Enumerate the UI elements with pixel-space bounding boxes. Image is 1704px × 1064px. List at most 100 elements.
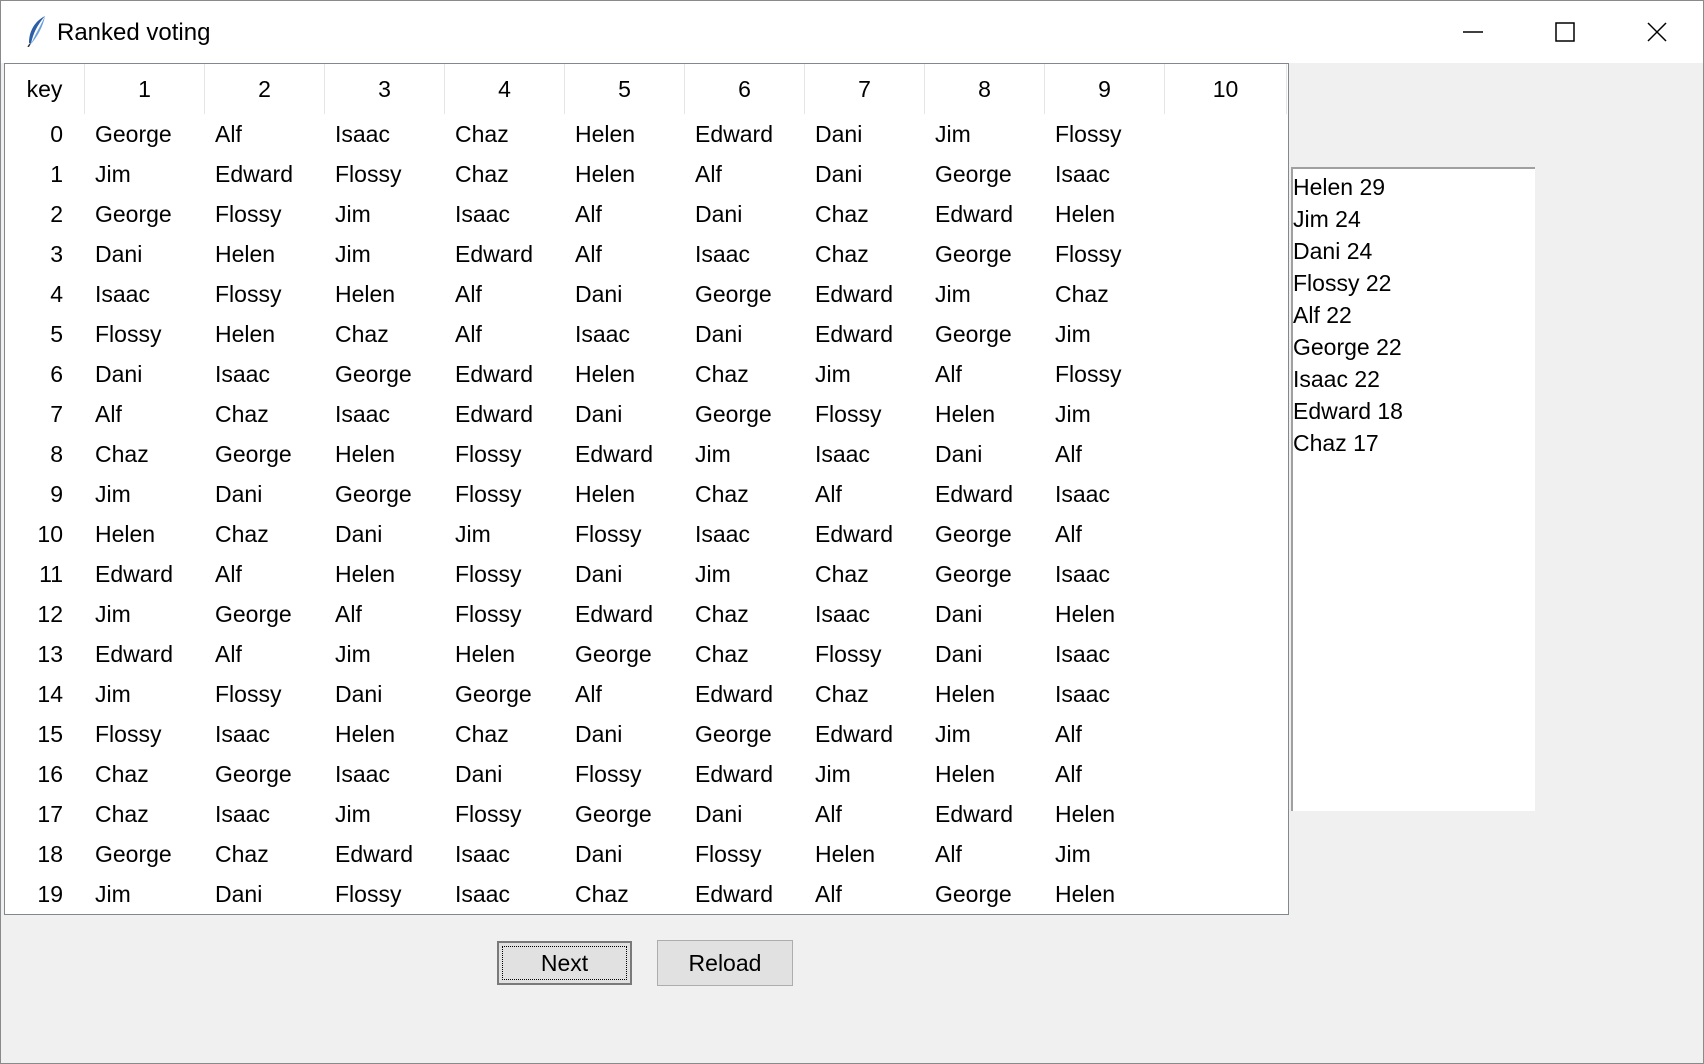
table-row[interactable]: 15 Flossy Isaac Helen Chaz Dani George Edward Ji…: [5, 714, 1288, 754]
table-row[interactable]: 7 Alf Chaz Isaac Edward Dani George Flossy Helen…: [5, 394, 1288, 434]
column-header-key[interactable]: key: [5, 64, 85, 114]
ranked-candidate-cell: George: [575, 641, 652, 667]
table-row[interactable]: 9 Jim Dani George Flossy Helen Chaz Alf Edward Is…: [5, 474, 1288, 514]
column-header-rank[interactable]: 5: [565, 64, 685, 114]
ranked-candidate-cell: Dani: [575, 561, 623, 587]
row-key-cell: 5: [50, 321, 63, 347]
result-list-item[interactable]: Isaac 22: [1293, 363, 1535, 395]
ranked-candidate-cell: Alf: [95, 401, 122, 427]
table-row[interactable]: 16 Chaz George Isaac Dani Flossy Edward Jim Hele…: [5, 754, 1288, 794]
column-header-rank[interactable]: 8: [925, 64, 1045, 114]
row-key-cell: 1: [50, 161, 63, 187]
ranked-candidate-cell: Isaac: [335, 401, 390, 427]
ranked-candidate-cell: Edward: [695, 761, 773, 787]
ranked-candidate-cell: Isaac: [1055, 161, 1110, 187]
ranked-candidate-cell: George: [215, 761, 292, 787]
ranked-candidate-cell: George: [455, 681, 532, 707]
ranked-candidate-cell: George: [335, 361, 412, 387]
ranked-candidate-cell: [1165, 794, 1287, 834]
ranked-candidate-cell: [1165, 154, 1287, 194]
ranked-candidate-cell: Flossy: [695, 841, 762, 867]
ranked-candidate-cell: Alf: [575, 201, 602, 227]
ranked-candidate-cell: Jim: [1055, 841, 1091, 867]
column-header-rank[interactable]: 2: [205, 64, 325, 114]
ranked-candidate-cell: Helen: [335, 281, 396, 307]
ranked-candidate-cell: Dani: [935, 441, 983, 467]
ranked-candidate-cell: Alf: [815, 801, 842, 827]
column-header-rank[interactable]: 9: [1045, 64, 1165, 114]
ranked-candidate-cell: Isaac: [455, 201, 510, 227]
ranked-candidate-cell: [1165, 314, 1287, 354]
window-title: Ranked voting: [57, 19, 211, 46]
column-header-rank[interactable]: 10: [1165, 64, 1287, 114]
ranked-candidate-cell: Flossy: [575, 521, 642, 547]
column-header-rank[interactable]: 3: [325, 64, 445, 114]
table-row[interactable]: 2 George Flossy Jim Isaac Alf Dani Chaz Edward He…: [5, 194, 1288, 234]
maximize-button[interactable]: [1519, 1, 1611, 63]
result-list-item[interactable]: Edward 18: [1293, 395, 1535, 427]
ranked-candidate-cell: [1165, 354, 1287, 394]
ranked-candidate-cell: Jim: [95, 601, 131, 627]
ranked-candidate-cell: Alf: [815, 881, 842, 907]
column-header-rank[interactable]: 7: [805, 64, 925, 114]
ranked-candidate-cell: George: [695, 721, 772, 747]
table-row[interactable]: 19 Jim Dani Flossy Isaac Chaz Edward Alf George H…: [5, 874, 1288, 914]
column-header-rank[interactable]: 4: [445, 64, 565, 114]
result-list-item[interactable]: Alf 22: [1293, 299, 1535, 331]
ranked-candidate-cell: George: [335, 481, 412, 507]
row-key-cell: 13: [37, 641, 63, 667]
ranked-candidate-cell: Alf: [215, 641, 242, 667]
table-row[interactable]: 17 Chaz Isaac Jim Flossy George Dani Alf Edward H…: [5, 794, 1288, 834]
table-row[interactable]: 11 Edward Alf Helen Flossy Dani Jim Chaz George I…: [5, 554, 1288, 594]
result-list-item[interactable]: Chaz 17: [1293, 427, 1535, 459]
ranked-candidate-cell: Chaz: [695, 641, 749, 667]
table-row[interactable]: 3 Dani Helen Jim Edward Alf Isaac Chaz George Flo…: [5, 234, 1288, 274]
result-list-item[interactable]: George 22: [1293, 331, 1535, 363]
ranked-candidate-cell: [1165, 874, 1287, 914]
results-listbox[interactable]: Helen 29 Jim 24 Dani 24 Flossy 22 Alf 22 Geor…: [1291, 167, 1535, 811]
ranked-candidate-cell: Dani: [815, 121, 863, 147]
table-row[interactable]: 4 Isaac Flossy Helen Alf Dani George Edward Jim C…: [5, 274, 1288, 314]
result-list-item[interactable]: Helen 29: [1293, 171, 1535, 203]
column-header-rank[interactable]: 1: [85, 64, 205, 114]
ranked-candidate-cell: Chaz: [95, 801, 149, 827]
table-row[interactable]: 18 George Chaz Edward Isaac Dani Flossy Helen Al…: [5, 834, 1288, 874]
row-key-cell: 16: [37, 761, 63, 787]
reload-button[interactable]: Reload: [657, 940, 793, 986]
ranked-candidate-cell: Isaac: [1055, 561, 1110, 587]
table-row[interactable]: 8 Chaz George Helen Flossy Edward Jim Isaac Dani…: [5, 434, 1288, 474]
ranked-candidate-cell: Chaz: [335, 321, 389, 347]
ranked-candidate-cell: Flossy: [215, 201, 282, 227]
ballots-table[interactable]: key 1 2 3 4 5 6 7 8 9 10 0 George Alf Isaac Chaz Helen E…: [4, 63, 1289, 915]
ranked-candidate-cell: Alf: [1055, 721, 1082, 747]
close-button[interactable]: [1611, 1, 1703, 63]
column-header-rank[interactable]: 6: [685, 64, 805, 114]
ranked-candidate-cell: Alf: [455, 281, 482, 307]
table-row[interactable]: 10 Helen Chaz Dani Jim Flossy Isaac Edward Georg…: [5, 514, 1288, 554]
table-row[interactable]: 6 Dani Isaac George Edward Helen Chaz Jim Alf Flo…: [5, 354, 1288, 394]
ranked-candidate-cell: Chaz: [455, 721, 509, 747]
next-button[interactable]: Next: [497, 941, 632, 985]
ranked-candidate-cell: Edward: [575, 601, 653, 627]
ranked-candidate-cell: Flossy: [455, 441, 522, 467]
ranked-candidate-cell: George: [935, 881, 1012, 907]
table-row[interactable]: 14 Jim Flossy Dani George Alf Edward Chaz Helen I…: [5, 674, 1288, 714]
ranked-candidate-cell: Jim: [95, 881, 131, 907]
table-row[interactable]: 12 Jim George Alf Flossy Edward Chaz Isaac Dani H…: [5, 594, 1288, 634]
ranked-candidate-cell: Isaac: [815, 601, 870, 627]
table-row[interactable]: 13 Edward Alf Jim Helen George Chaz Flossy Dani I…: [5, 634, 1288, 674]
ranked-candidate-cell: Helen: [575, 481, 636, 507]
result-list-item[interactable]: Jim 24: [1293, 203, 1535, 235]
result-list-item[interactable]: Flossy 22: [1293, 267, 1535, 299]
minimize-button[interactable]: [1427, 1, 1519, 63]
result-list-item[interactable]: Dani 24: [1293, 235, 1535, 267]
ranked-candidate-cell: Dani: [335, 521, 383, 547]
table-row[interactable]: 0 George Alf Isaac Chaz Helen Edward Dani Jim Flo…: [5, 114, 1288, 154]
table-row[interactable]: 1 Jim Edward Flossy Chaz Helen Alf Dani George Is…: [5, 154, 1288, 194]
title-bar[interactable]: Ranked voting: [1, 1, 1703, 63]
ranked-candidate-cell: Helen: [215, 321, 276, 347]
ranked-candidate-cell: Alf: [815, 481, 842, 507]
ranked-candidate-cell: [1165, 554, 1287, 594]
table-row[interactable]: 5 Flossy Helen Chaz Alf Isaac Dani Edward George…: [5, 314, 1288, 354]
ranked-candidate-cell: Jim: [335, 201, 371, 227]
